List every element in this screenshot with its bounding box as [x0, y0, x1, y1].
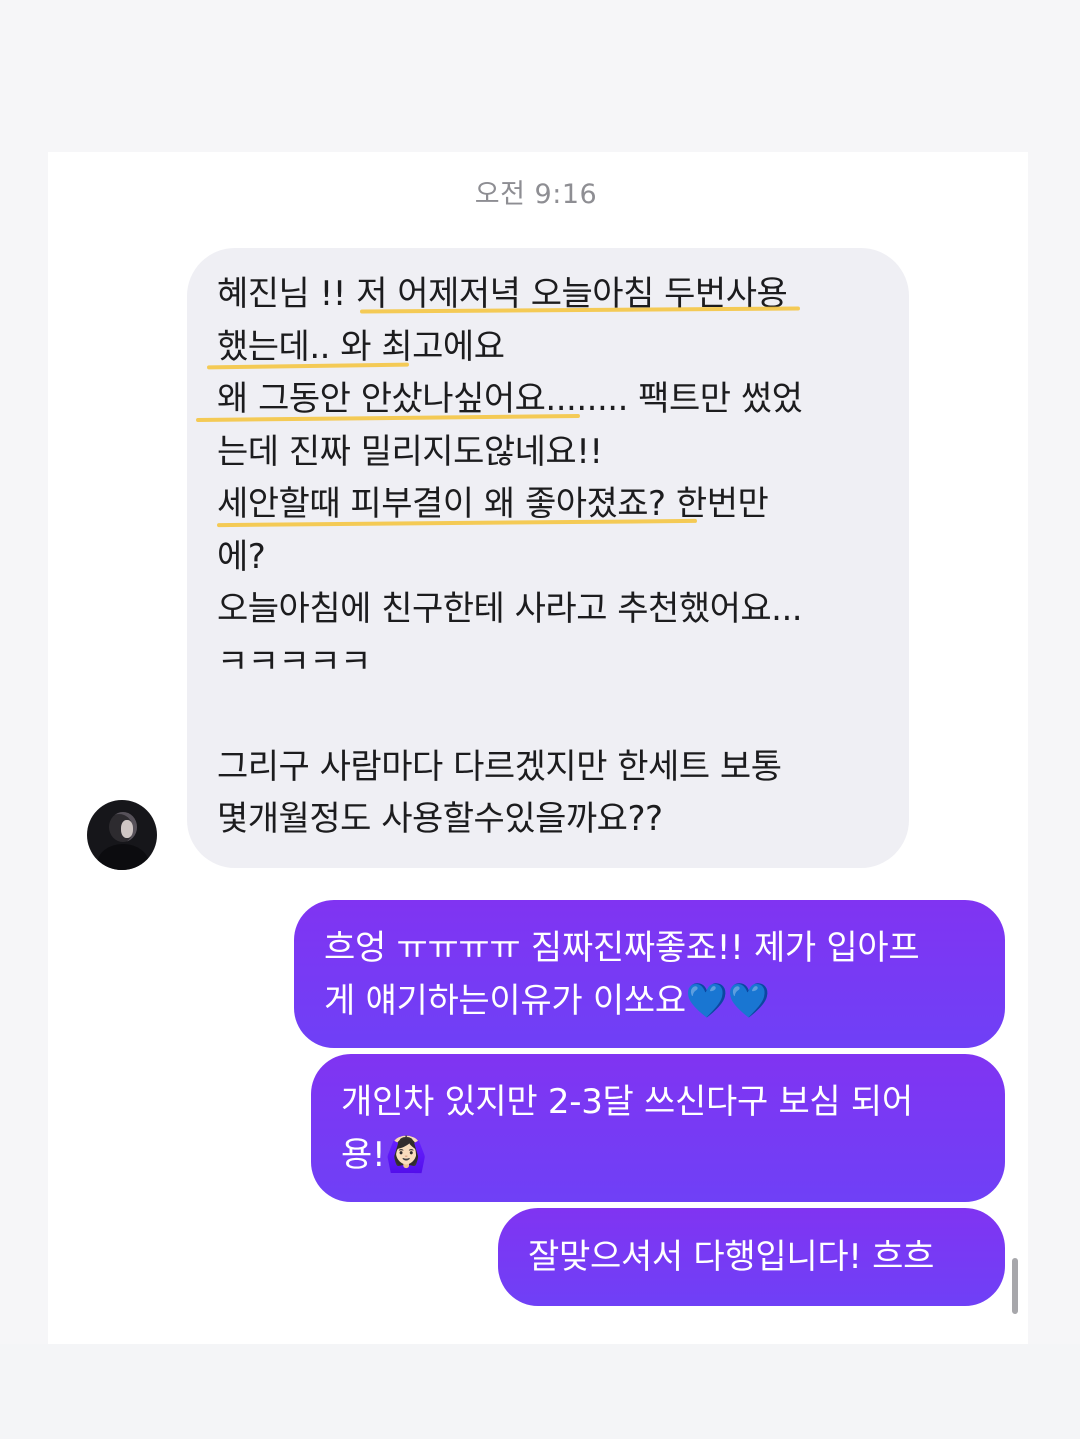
outgoing-message-text: 개인차 있지만 2-3달 쓰신다구 보심 되어 용!🙆🏻‍♀️	[341, 1082, 913, 1175]
outgoing-message-bubble[interactable]: 잘맞으셔서 다행입니다! 흐흐	[498, 1208, 1005, 1306]
avatar-body	[97, 844, 149, 870]
outgoing-message-text: 잘맞으셔서 다행입니다! 흐흐	[528, 1237, 935, 1277]
incoming-message-text: 혜진님 !! 저 어제저녁 오늘아침 두번사용 했는데.. 와 최고에요 왜 그…	[217, 274, 803, 839]
bottom-bar	[0, 1344, 1080, 1439]
message-timestamp: 오전 9:16	[474, 179, 598, 210]
sender-avatar[interactable]	[87, 800, 157, 870]
outgoing-message-text: 흐엉 ㅠㅠㅠㅠ 짐짜진짜좋죠!! 제가 입아프 게 얘기하는이유가 이쏘요💙💙	[324, 928, 920, 1021]
outgoing-message-bubble[interactable]: 개인차 있지만 2-3달 쓰신다구 보심 되어 용!🙆🏻‍♀️	[311, 1054, 1005, 1202]
outgoing-message-bubble[interactable]: 흐엉 ㅠㅠㅠㅠ 짐짜진짜좋죠!! 제가 입아프 게 얘기하는이유가 이쏘요💙💙	[294, 900, 1005, 1048]
incoming-message-bubble[interactable]: 혜진님 !! 저 어제저녁 오늘아침 두번사용 했는데.. 와 최고에요 왜 그…	[187, 248, 909, 868]
scrollbar[interactable]	[1012, 1258, 1018, 1314]
avatar-face	[121, 820, 133, 838]
